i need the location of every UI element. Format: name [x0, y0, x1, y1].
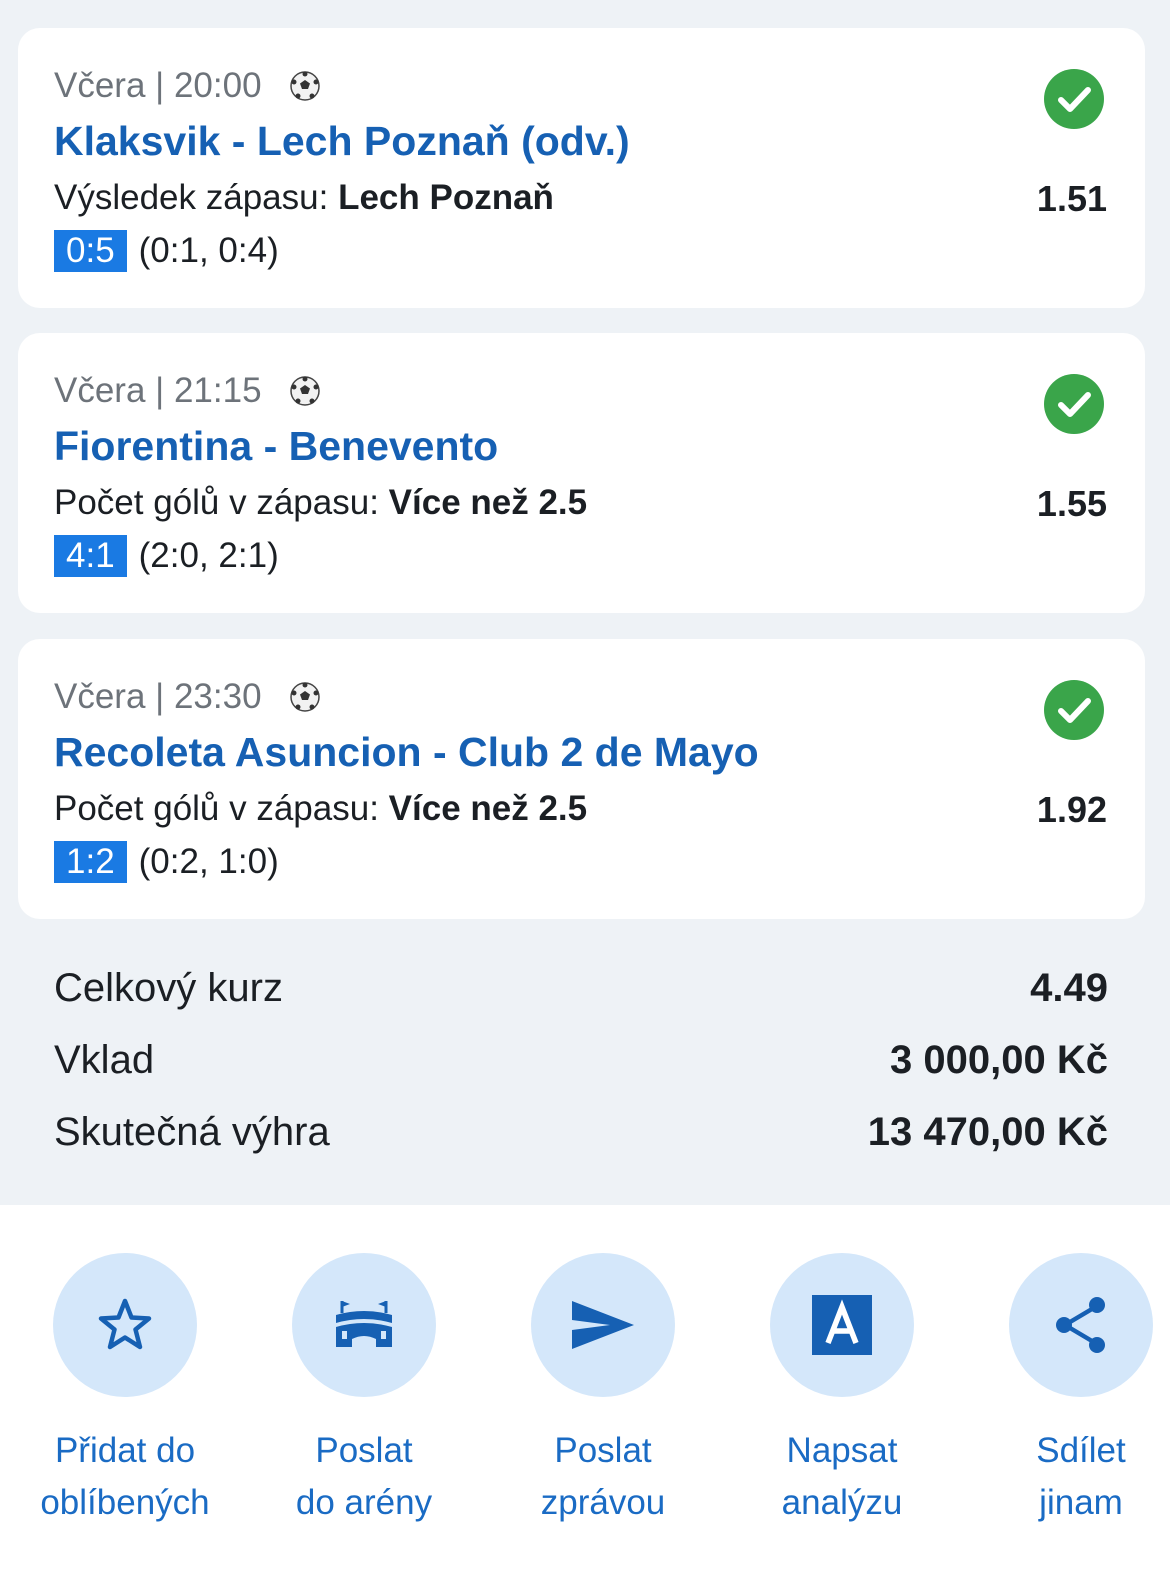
match-meta: Včera | 20:00 — [54, 66, 320, 106]
match-teams-link[interactable]: Fiorentina - Benevento — [54, 423, 498, 470]
half-scores: (0:2, 1:0) — [138, 842, 279, 881]
action-label: Přidat do oblíbených — [40, 1431, 210, 1522]
market-pick: Více než 2.5 — [388, 483, 588, 522]
final-score-badge: 1:2 — [54, 841, 127, 883]
market-label: Počet gólů v zápasu: — [54, 789, 379, 828]
won-check-icon — [1044, 69, 1104, 129]
action-label: Poslat do arény — [295, 1431, 433, 1522]
bet-card[interactable]: Včera | 23:30 Recoleta Asuncion - Club 2… — [18, 639, 1145, 919]
bet-detail-screen: Včera | 20:00 Klaksvik - Lech Poznaň (od… — [0, 0, 1170, 1573]
final-score-badge: 4:1 — [54, 535, 127, 577]
selection-odds: 1.92 — [1036, 789, 1107, 830]
match-meta: Včera | 21:15 — [54, 371, 320, 411]
send-icon — [572, 1301, 634, 1349]
match-datetime: Včera | 20:00 — [54, 66, 262, 105]
market-label: Počet gólů v zápasu: — [54, 483, 379, 522]
market-pick: Více než 2.5 — [388, 789, 588, 828]
actual-win-value: 13 470,00 Kč — [867, 1110, 1108, 1154]
market-pick: Lech Poznaň — [338, 178, 554, 217]
market-selection: Počet gólů v zápasu: Více než 2.5 — [54, 483, 587, 523]
share-icon — [1056, 1297, 1105, 1353]
half-scores: (2:0, 2:1) — [138, 536, 279, 575]
match-datetime: Včera | 23:30 — [54, 677, 262, 716]
won-check-icon — [1044, 374, 1104, 434]
half-scores: (0:1, 0:4) — [138, 231, 279, 270]
send-as-message-button[interactable]: Poslat zprávou — [503, 1253, 703, 1529]
star-icon — [98, 1298, 152, 1350]
action-label: Sdílet jinam — [1036, 1431, 1126, 1522]
bet-card[interactable]: Včera | 21:15 Fiorentina - Benevento Poč… — [18, 333, 1145, 613]
share-elsewhere-button[interactable]: Sdílet jinam — [981, 1253, 1170, 1529]
stake-label: Vklad — [54, 1038, 155, 1082]
stake-value: 3 000,00 Kč — [890, 1038, 1108, 1082]
soccer-ball-icon — [289, 682, 320, 712]
actual-win-label: Skutečná výhra — [54, 1110, 330, 1154]
match-datetime: Včera | 21:15 — [54, 371, 262, 410]
add-to-favorites-button[interactable]: Přidat do oblíbených — [25, 1253, 225, 1529]
send-to-arena-button[interactable]: Poslat do arény — [264, 1253, 464, 1529]
write-analysis-button[interactable]: Napsat analýzu — [742, 1253, 942, 1529]
score-row: 0:5 (0:1, 0:4) — [54, 230, 279, 272]
final-score-badge: 0:5 — [54, 230, 127, 272]
analysis-icon — [812, 1295, 872, 1355]
score-row: 1:2 (0:2, 1:0) — [54, 841, 279, 883]
score-row: 4:1 (2:0, 2:1) — [54, 535, 279, 577]
market-selection: Výsledek zápasu: Lech Poznaň — [54, 178, 554, 218]
match-teams-link[interactable]: Recoleta Asuncion - Club 2 de Mayo — [54, 729, 759, 776]
bet-card[interactable]: Včera | 20:00 Klaksvik - Lech Poznaň (od… — [18, 28, 1145, 308]
action-circle[interactable] — [531, 1253, 675, 1397]
won-check-icon — [1044, 680, 1104, 740]
action-circle[interactable] — [1009, 1253, 1153, 1397]
match-meta: Včera | 23:30 — [54, 677, 320, 717]
action-circle[interactable] — [770, 1253, 914, 1397]
market-label: Výsledek zápasu: — [54, 178, 329, 217]
selection-odds: 1.55 — [1036, 483, 1107, 524]
action-bar: Přidat do oblíbených Poslat do arény Pos… — [0, 1205, 1170, 1573]
soccer-ball-icon — [289, 376, 320, 406]
soccer-ball-icon — [289, 71, 320, 101]
action-circle[interactable] — [292, 1253, 436, 1397]
match-teams-link[interactable]: Klaksvik - Lech Poznaň (odv.) — [54, 118, 630, 165]
action-label: Napsat analýzu — [781, 1431, 903, 1522]
action-circle[interactable] — [53, 1253, 197, 1397]
arena-icon — [336, 1301, 392, 1347]
total-odds-value: 4.49 — [1030, 966, 1108, 1010]
market-selection: Počet gólů v zápasu: Více než 2.5 — [54, 789, 587, 829]
selection-odds: 1.51 — [1036, 178, 1107, 219]
action-label: Poslat zprávou — [540, 1431, 666, 1522]
total-odds-label: Celkový kurz — [54, 966, 283, 1010]
